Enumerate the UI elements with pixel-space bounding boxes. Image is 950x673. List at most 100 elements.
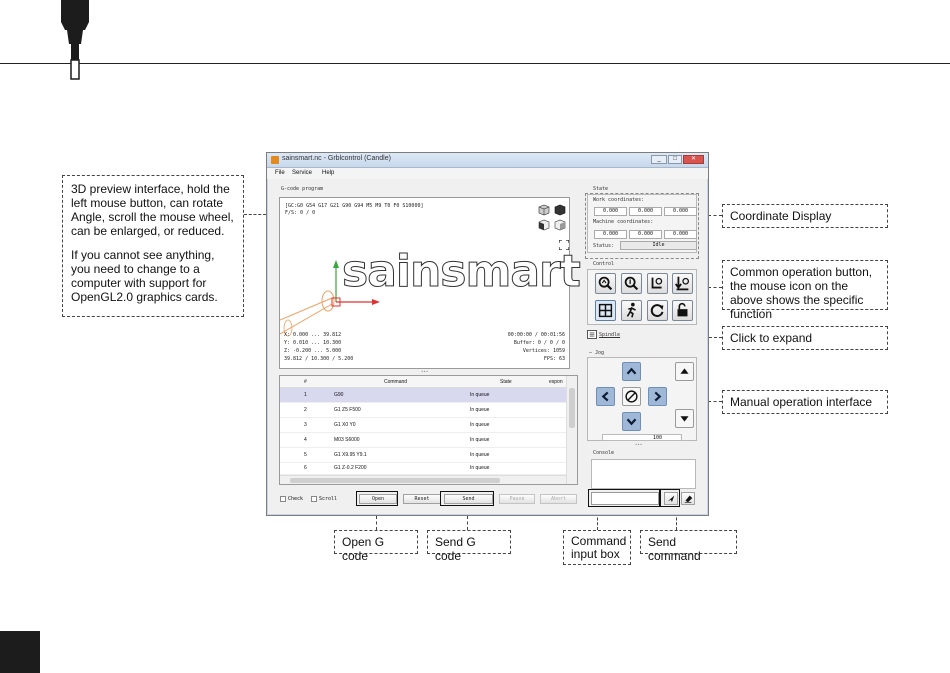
stop-icon: [625, 390, 638, 403]
fps-text: FPS: 63: [543, 356, 565, 362]
jog-step-field[interactable]: 100: [602, 434, 682, 441]
row-number: 3: [304, 422, 307, 428]
view-front-icon: [538, 219, 550, 231]
scroll-checkbox[interactable]: [311, 496, 317, 502]
jog-step-value: 100: [653, 435, 663, 441]
callout-click-to-expand: Click to expand: [722, 326, 888, 350]
abort-button[interactable]: Abort: [540, 494, 577, 504]
column-header-command[interactable]: Command: [384, 379, 407, 385]
home-zoom-button[interactable]: [595, 273, 616, 294]
time-text: 00:00:00 / 00:01:56: [507, 332, 565, 338]
close-button[interactable]: ✕: [683, 155, 704, 164]
leader-line: [708, 215, 722, 216]
title-bar[interactable]: sainsmart.nc - Grblcontrol (Candle) _ □ …: [267, 153, 708, 168]
jog-x-plus-button[interactable]: [648, 387, 667, 406]
column-header-number[interactable]: #: [304, 379, 307, 385]
maximize-button[interactable]: □: [668, 155, 682, 164]
spindle-label[interactable]: Spindle: [599, 332, 620, 338]
callout-manual-text: Manual operation interface: [730, 395, 873, 409]
column-header-state[interactable]: State: [500, 379, 512, 385]
jog-z-minus-button[interactable]: [675, 409, 694, 428]
window-title: sainsmart.nc - Grblcontrol (Candle): [282, 155, 391, 162]
scroll-thumb[interactable]: [569, 388, 575, 428]
spindle-expand-button[interactable]: [587, 330, 597, 339]
soft-reset-button[interactable]: [647, 300, 668, 321]
menu-file[interactable]: File: [275, 170, 285, 176]
console-label: Console: [593, 450, 615, 456]
row-state: In queue: [470, 407, 490, 413]
check-checkbox[interactable]: [280, 496, 286, 502]
callout-3d-preview-text: 3D preview interface, hold the left mous…: [71, 182, 234, 238]
coordinate-highlight-box: [585, 193, 699, 259]
table-row[interactable]: 6 G1 Z-0.2 F200 In queue: [280, 463, 566, 475]
vertices-text: Vertices: 1059: [522, 348, 565, 354]
view-left-icon: [554, 219, 566, 231]
row-state: In queue: [470, 422, 490, 428]
chevron-down-icon: [626, 418, 637, 426]
jog-label: — Jog: [589, 350, 605, 356]
table-row[interactable]: 5 G1 X9.95 Y9.1 In queue: [280, 448, 566, 463]
callout-open-text: Open G code: [342, 535, 385, 563]
splitter-handle[interactable]: •••: [635, 442, 642, 447]
gcode-table[interactable]: # Command State espon 1 G90 In queue 2 G…: [279, 375, 578, 485]
leader-line: [244, 214, 266, 215]
row-command: G90: [334, 392, 344, 398]
console-output[interactable]: [591, 459, 696, 489]
zero-z-probe-button[interactable]: [621, 273, 642, 294]
table-row[interactable]: 1 G90 In queue: [280, 388, 566, 403]
size-text: 39.812 / 10.300 / 5.200: [284, 356, 354, 362]
row-command: G1 Z-0.2 F200: [334, 465, 367, 471]
table-row[interactable]: 3 G1 X0 Y0 In queue: [280, 418, 566, 433]
magnifier-home-icon: [598, 276, 613, 291]
parser-state-text: [GC:G0 G54 G17 G21 G90 G94 M5 M9 T0 F0 S…: [285, 203, 424, 209]
state-group-label: State: [593, 186, 609, 192]
row-number: 5: [304, 452, 307, 458]
router-bit-icon: [61, 0, 89, 80]
zero-xy-icon: [651, 277, 663, 289]
table-horizontal-scrollbar[interactable]: [280, 475, 566, 484]
zero-xy-button[interactable]: [647, 273, 668, 294]
table-row[interactable]: 4 M03 S6000 In queue: [280, 433, 566, 448]
jog-stop-button[interactable]: [622, 387, 641, 406]
row-number: 4: [304, 437, 307, 443]
eraser-icon: [684, 495, 693, 503]
row-state: In queue: [470, 392, 490, 398]
jog-label-text: Jog: [595, 350, 605, 356]
callout-send-gcode: Send G code: [427, 530, 511, 563]
3d-preview-viewport[interactable]: [GC:G0 G54 G17 G21 G90 G94 M5 M9 T0 F0 S…: [279, 197, 581, 369]
send-highlight-box: [440, 491, 494, 506]
jog-z-plus-button[interactable]: [675, 362, 694, 381]
jog-y-minus-button[interactable]: [622, 412, 641, 431]
z-range-text: Z: -0.200 ... 5.000: [284, 348, 342, 354]
app-icon: [271, 156, 279, 164]
table-row[interactable]: 2 G1 Z5 F500 In queue: [280, 403, 566, 418]
splitter-handle[interactable]: •••: [421, 369, 433, 374]
reset-button[interactable]: Reset: [403, 494, 441, 504]
zero-z-button[interactable]: [672, 273, 693, 294]
chevron-left-icon: [601, 391, 609, 402]
jog-x-minus-button[interactable]: [596, 387, 615, 406]
safe-position-button[interactable]: [621, 300, 642, 321]
triangle-down-icon: [680, 416, 689, 422]
tool-model-axes: [280, 260, 380, 337]
menu-help[interactable]: Help: [322, 170, 334, 176]
running-man-icon: [626, 302, 636, 318]
callout-3d-preview: 3D preview interface, hold the left mous…: [62, 175, 244, 317]
scroll-label: Scroll: [319, 496, 338, 502]
column-header-response[interactable]: espon: [549, 379, 563, 385]
callout-cmd-input-text: Command input box: [571, 534, 627, 561]
unlock-button[interactable]: [672, 300, 693, 321]
gcode-group-label: G-code program: [281, 186, 324, 192]
clear-console-button[interactable]: [681, 492, 695, 505]
y-range-text: Y: 0.010 ... 10.300: [284, 340, 342, 346]
scroll-thumb[interactable]: [290, 478, 500, 483]
table-vertical-scrollbar[interactable]: [566, 376, 577, 484]
pause-button[interactable]: Pause: [499, 494, 535, 504]
jog-y-plus-button[interactable]: [622, 362, 641, 381]
menu-service[interactable]: Service: [292, 170, 312, 176]
view-cube-icons[interactable]: [535, 203, 569, 233]
restore-origin-button[interactable]: [595, 300, 616, 321]
minimize-button[interactable]: _: [651, 155, 667, 164]
callout-send-text: Send G code: [435, 535, 476, 563]
leader-line: [708, 401, 722, 402]
